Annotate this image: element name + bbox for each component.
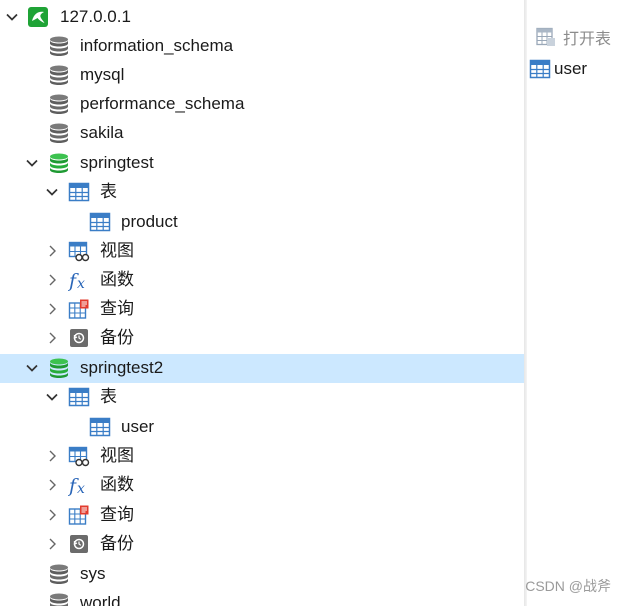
object-pane: 打开表 user [527,0,631,606]
open-table-button[interactable]: 打开表 [535,24,611,50]
chevron-down-icon[interactable] [25,361,39,375]
group-label: 视图 [100,241,134,260]
table-icon [68,386,90,408]
group-label: 查询 [100,299,134,318]
tree-node-springtest-functions[interactable]: 函数 [0,266,524,295]
tree-node-springtest[interactable]: springtest [0,149,524,178]
tree-node-connection[interactable]: 127.0.0.1 [0,3,524,32]
group-label: 查询 [100,505,134,524]
table-icon [89,211,111,233]
open-table-label: 打开表 [563,31,612,48]
database-icon [48,122,70,144]
table-label: product [121,212,178,231]
database-label: world [80,593,121,606]
group-label: 备份 [100,534,134,553]
table-icon [89,416,111,438]
tree-node-springtest-views[interactable]: 视图 [0,237,524,266]
group-label: 表 [100,387,117,406]
tree-node-springtest2-functions[interactable]: 函数 [0,471,524,500]
chevron-right-icon[interactable] [45,508,59,522]
function-icon [68,269,90,291]
tree-node-springtest-queries[interactable]: 查询 [0,295,524,324]
group-label: 视图 [100,446,134,465]
navigation-tree: 127.0.0.1 information_schema mysql perfo… [0,0,524,606]
view-icon [68,240,90,262]
database-label: sakila [80,123,124,142]
chevron-down-icon[interactable] [45,390,59,404]
group-label: 表 [100,182,117,201]
object-item-label: user [554,59,588,78]
connection-label: 127.0.0.1 [60,7,131,26]
database-icon [48,64,70,86]
tree-node-springtest2-views[interactable]: 视图 [0,442,524,471]
open-table-icon [535,26,557,48]
tree-node-table-product[interactable]: product [0,208,524,237]
table-icon [68,181,90,203]
database-icon [48,35,70,57]
tree-node-springtest2-backups[interactable]: 备份 [0,530,524,559]
tree-node-springtest2-tables[interactable]: 表 [0,383,524,412]
tree-node-springtest2[interactable]: springtest2 [0,354,524,383]
database-icon [48,563,70,585]
query-icon [68,504,90,526]
chevron-down-icon[interactable] [25,156,39,170]
database-label: mysql [80,65,125,84]
database-open-icon [48,357,70,379]
database-icon [48,592,70,606]
tree-node-springtest-tables[interactable]: 表 [0,178,524,207]
backup-icon [68,533,90,555]
chevron-right-icon[interactable] [45,273,59,287]
table-icon [529,58,551,80]
database-label: sys [80,564,106,583]
chevron-right-icon[interactable] [45,244,59,258]
tree-node-sakila[interactable]: sakila [0,119,524,148]
table-label: user [121,417,155,436]
tree-node-world[interactable]: world [0,589,524,606]
chevron-right-icon[interactable] [45,449,59,463]
database-icon [48,93,70,115]
tree-node-performance-schema[interactable]: performance_schema [0,90,524,119]
tree-node-sys[interactable]: sys [0,560,524,589]
function-icon [68,474,90,496]
object-item-user[interactable]: user [529,57,587,81]
database-label: information_schema [80,36,234,55]
database-label: springtest [80,153,154,172]
database-open-icon [48,152,70,174]
tree-node-springtest-backups[interactable]: 备份 [0,324,524,353]
tree-node-information-schema[interactable]: information_schema [0,32,524,61]
chevron-down-icon[interactable] [5,10,19,24]
tree-node-table-user[interactable]: user [0,413,524,442]
chevron-down-icon[interactable] [45,185,59,199]
chevron-right-icon[interactable] [45,478,59,492]
tree-node-mysql[interactable]: mysql [0,61,524,90]
watermark: CSDN @战斧 [525,578,611,594]
chevron-right-icon[interactable] [45,537,59,551]
view-icon [68,445,90,467]
mysql-dolphin-icon [27,6,49,28]
chevron-right-icon[interactable] [45,331,59,345]
database-label: springtest2 [80,358,164,377]
tree-node-springtest2-queries[interactable]: 查询 [0,501,524,530]
query-icon [68,298,90,320]
database-label: performance_schema [80,94,245,113]
group-label: 函数 [100,270,134,289]
backup-icon [68,327,90,349]
group-label: 备份 [100,328,134,347]
group-label: 函数 [100,475,134,494]
chevron-right-icon[interactable] [45,302,59,316]
